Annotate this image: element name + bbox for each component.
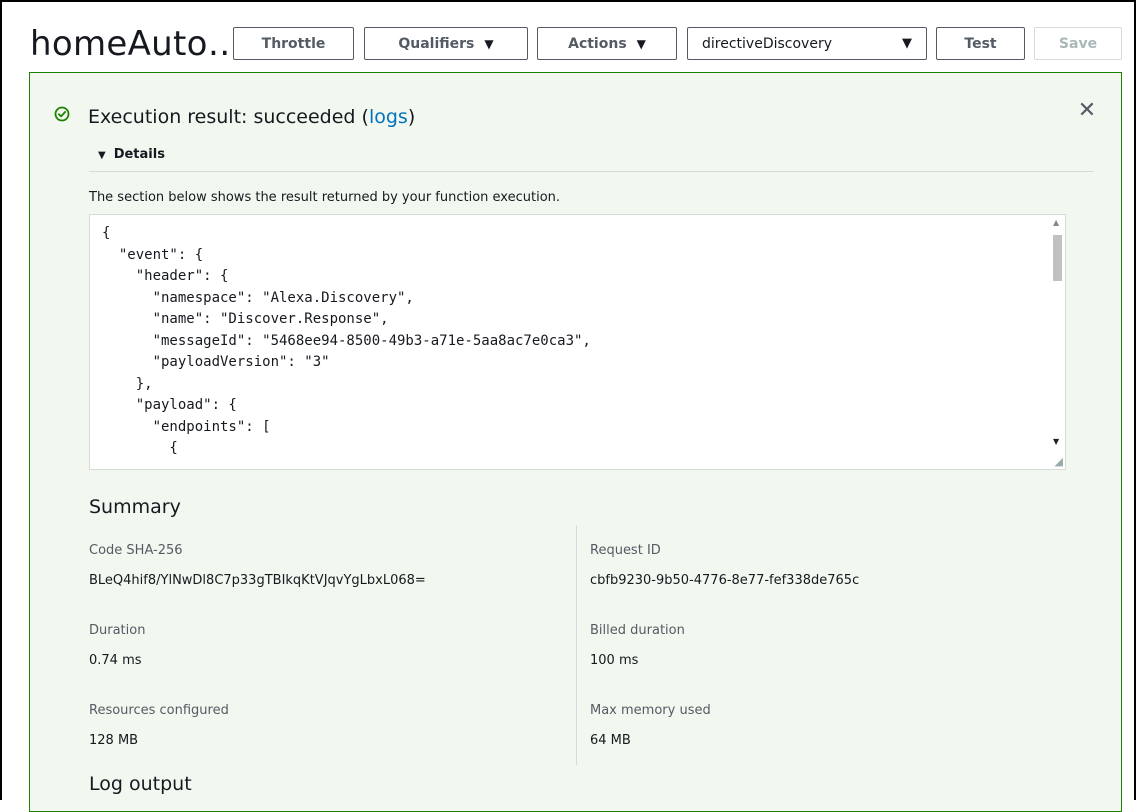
result-title-prefix: Execution result: succeeded ( [88, 106, 369, 128]
code-line: "endpoints": [ [102, 418, 271, 435]
code-line: { [102, 225, 111, 241]
details-divider [89, 171, 1094, 172]
close-icon[interactable]: ✕ [1075, 99, 1099, 123]
check-circle-icon [54, 106, 70, 122]
vertical-scrollbar[interactable]: ▲ ▼ [1049, 215, 1065, 469]
resources-configured-value: 128 MB [89, 733, 139, 748]
result-json-content: { "event": { "header": { "namespace": "A… [90, 215, 1065, 460]
actions-button[interactable]: Actions ▼ [537, 27, 677, 60]
code-line: "name": "Discover.Response", [102, 311, 389, 327]
scroll-down-arrow-icon[interactable]: ▼ [1053, 437, 1059, 446]
request-id-label: Request ID [590, 543, 661, 558]
test-button-label: Test [964, 35, 997, 52]
log-output-heading: Log output [89, 773, 192, 795]
qualifiers-button[interactable]: Qualifiers ▼ [364, 27, 528, 60]
summary-heading: Summary [89, 496, 181, 518]
logs-link[interactable]: logs [369, 106, 408, 128]
billed-duration-value: 100 ms [590, 653, 639, 668]
duration-label: Duration [89, 623, 146, 638]
save-button-label: Save [1058, 35, 1098, 52]
caret-down-icon: ▼ [902, 36, 912, 51]
test-button[interactable]: Test [936, 27, 1025, 60]
result-json-textarea[interactable]: { "event": { "header": { "namespace": "A… [89, 214, 1066, 470]
details-description: The section below shows the result retur… [89, 190, 561, 205]
details-expander[interactable]: ▼ Details [98, 147, 165, 162]
throttle-button-label: Throttle [261, 35, 326, 52]
billed-duration-label: Billed duration [590, 623, 685, 638]
lambda-console-frame: homeAuto… Throttle Qualifiers ▼ Actions … [0, 0, 1136, 812]
request-id-value: cbfb9230-9b50-4776-8e77-fef338de765c [590, 573, 860, 588]
qualifiers-button-label: Qualifiers [398, 35, 475, 52]
code-line: "payload": { [102, 397, 237, 413]
code-line: "payloadVersion": "3" [102, 354, 330, 370]
test-event-selected-value: directiveDiscovery [702, 35, 832, 52]
summary-column-divider [576, 525, 577, 765]
code-line: "namespace": "Alexa.Discovery", [102, 289, 414, 306]
test-event-select[interactable]: directiveDiscovery ▼ [687, 27, 927, 60]
scroll-thumb[interactable] [1053, 235, 1062, 281]
code-line: }, [102, 375, 153, 392]
scroll-up-arrow-icon[interactable]: ▲ [1053, 218, 1059, 227]
code-line: "event": { [102, 246, 204, 263]
actions-button-label: Actions [568, 35, 627, 52]
resize-grip-icon[interactable]: ◢ [1055, 455, 1063, 468]
function-name-title: homeAuto… [30, 24, 243, 64]
caret-down-icon: ▼ [636, 36, 646, 51]
duration-value: 0.74 ms [89, 653, 142, 668]
details-label: Details [113, 147, 165, 162]
caret-down-icon: ▼ [98, 150, 106, 161]
code-line: "messageId": "5468ee94-8500-49b3-a71e-5a… [102, 332, 591, 349]
code-sha-label: Code SHA-256 [89, 543, 183, 558]
caret-down-icon: ▼ [484, 36, 494, 51]
execution-result-title: Execution result: succeeded (logs) [88, 106, 415, 128]
function-toolbar: homeAuto… Throttle Qualifiers ▼ Actions … [2, 2, 1136, 70]
code-line: { [102, 440, 178, 456]
max-memory-value: 64 MB [590, 733, 631, 748]
max-memory-label: Max memory used [590, 703, 711, 718]
execution-result-panel: Execution result: succeeded (logs) ✕ ▼ De… [29, 72, 1122, 812]
result-title-suffix: ) [407, 106, 416, 128]
code-line: "header": { [102, 268, 229, 284]
throttle-button[interactable]: Throttle [233, 27, 354, 60]
resources-configured-label: Resources configured [89, 703, 229, 718]
code-sha-value: BLeQ4hif8/YlNwDl8C7p33gTBIkqKtVJqvYgLbxL… [89, 573, 426, 588]
save-button[interactable]: Save [1034, 27, 1122, 60]
